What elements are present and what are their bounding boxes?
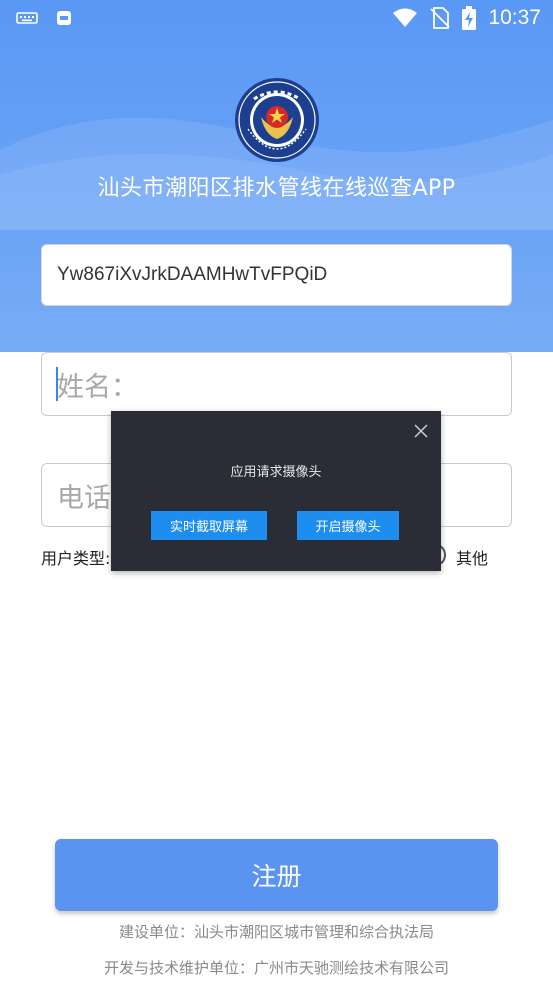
name-input[interactable]: 姓名： bbox=[41, 352, 512, 416]
app-title: 汕头市潮阳区排水管线在线巡查APP bbox=[97, 176, 456, 201]
name-placeholder: 姓名： bbox=[57, 371, 138, 403]
device-id-value: Yw867iXvJrkDAAMHwTvFPQiD bbox=[57, 264, 328, 285]
close-icon[interactable] bbox=[413, 423, 429, 439]
open-camera-button[interactable]: 开启摄像头 bbox=[297, 511, 399, 540]
user-type-label: 用户类型: bbox=[41, 549, 111, 568]
battery-charging-icon bbox=[462, 6, 477, 30]
phone-placeholder: 电话 bbox=[57, 482, 111, 514]
no-sim-icon bbox=[430, 7, 451, 29]
notification-app-icon bbox=[57, 11, 71, 25]
device-id-field[interactable]: Yw867iXvJrkDAAMHwTvFPQiD bbox=[41, 244, 512, 306]
status-time: 10:37 bbox=[488, 6, 541, 29]
dialog-message: 应用请求摄像头 bbox=[230, 465, 322, 480]
wifi-icon bbox=[393, 8, 418, 27]
text-cursor bbox=[56, 367, 58, 401]
keyboard-icon bbox=[16, 11, 38, 24]
user-type-other-label[interactable]: 其他 bbox=[456, 545, 488, 569]
builder-credit: 建设单位：汕头市潮阳区城市管理和综合执法局 bbox=[118, 923, 434, 941]
camera-request-dialog: 应用请求摄像头 实时截取屏幕 开启摄像头 bbox=[111, 411, 441, 571]
developer-credit: 开发与技术维护单位：广州市天驰测绘技术有限公司 bbox=[103, 959, 449, 977]
status-bar: 10:37 bbox=[0, 0, 553, 38]
register-button[interactable]: 注册 bbox=[55, 839, 498, 911]
capture-screen-button[interactable]: 实时截取屏幕 bbox=[151, 511, 267, 540]
emblem-logo bbox=[235, 78, 319, 162]
